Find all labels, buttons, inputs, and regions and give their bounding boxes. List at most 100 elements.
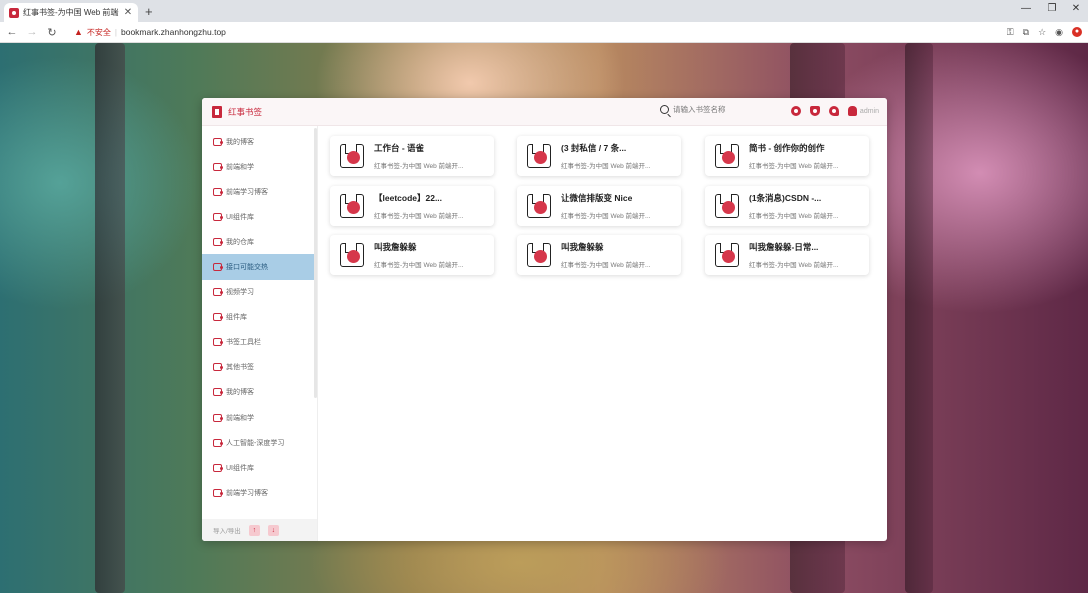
key-icon[interactable]: ⚿ bbox=[1007, 27, 1014, 38]
bookmark-card[interactable]: (3 封私信 / 7 条... 红事书签-为中国 Web 前端开... bbox=[517, 136, 681, 176]
restore-window-icon[interactable]: ❐ bbox=[1042, 3, 1062, 14]
sidebar-item[interactable]: 组件库 bbox=[202, 305, 314, 330]
close-tab-icon[interactable]: ✕ bbox=[123, 7, 133, 18]
bookmark-title: (3 封私信 / 7 条... bbox=[561, 143, 627, 153]
extension-icon[interactable]: ● bbox=[1072, 27, 1082, 37]
bookmark-subtitle: 红事书签-为中国 Web 前端开... bbox=[561, 213, 651, 220]
upload-icon[interactable]: ↑ bbox=[248, 524, 260, 536]
sidebar-item[interactable]: 我的博客 bbox=[202, 129, 314, 154]
bookmark-title: 叫我詹躲躲-日常... bbox=[749, 242, 819, 252]
folder-icon bbox=[213, 288, 223, 297]
folder-icon bbox=[213, 237, 223, 246]
minimize-window-icon[interactable]: — bbox=[1016, 3, 1036, 14]
bookmark-logo-icon bbox=[212, 105, 222, 118]
sidebar-item[interactable]: 前端学习博客 bbox=[202, 480, 314, 505]
bookmark-subtitle: 红事书签-为中国 Web 前端开... bbox=[749, 262, 839, 269]
folder-icon bbox=[213, 338, 223, 347]
bookmark-title: 工作台 - 语雀 bbox=[374, 143, 425, 153]
sidebar-item-label: 前端学习博客 bbox=[226, 489, 268, 497]
browser-tab[interactable]: 红事书签-为中国 Web 前端开发… ✕ bbox=[4, 3, 138, 22]
folder-icon bbox=[213, 363, 223, 372]
bookmark-thumbnail-icon bbox=[715, 194, 739, 218]
folder-icon bbox=[213, 137, 223, 146]
bookmark-card[interactable]: 叫我詹躲躲-日常... 红事书签-为中国 Web 前端开... bbox=[705, 235, 869, 275]
sidebar-item[interactable]: UI组件库 bbox=[202, 455, 314, 480]
search-input[interactable] bbox=[673, 105, 773, 114]
translate-icon[interactable]: ⧉ bbox=[1023, 27, 1029, 38]
forward-arrow-icon[interactable]: → bbox=[26, 26, 38, 38]
close-window-icon[interactable]: ✕ bbox=[1066, 3, 1086, 14]
reload-icon[interactable]: ↻ bbox=[46, 26, 58, 39]
bookmark-title: 简书 - 创作你的创作 bbox=[749, 143, 825, 153]
header-actions: admin bbox=[790, 106, 879, 116]
bookmark-card[interactable]: 工作台 - 语雀红事书签-为中国 Web 前端开... bbox=[330, 136, 494, 176]
import-export-label[interactable]: 导入/导出 bbox=[213, 525, 241, 535]
folder-icon bbox=[213, 162, 223, 171]
bookmark-subtitle: 红事书签-为中国 Web 前端开... bbox=[749, 163, 839, 170]
bookmark-subtitle: 红事书签-为中国 Web 前端开... bbox=[374, 163, 464, 170]
browser-actions: ⚿ ⧉ ☆ ◉ ● bbox=[1007, 27, 1082, 38]
tree-trunk bbox=[905, 43, 933, 593]
account-icon[interactable]: ◉ bbox=[1055, 27, 1063, 38]
bookmark-thumbnail-icon bbox=[527, 243, 551, 267]
sidebar-item-label: 我的仓库 bbox=[226, 238, 254, 246]
new-tab-button[interactable]: + bbox=[145, 4, 153, 19]
bookmark-card[interactable]: 叫我詹躲躲 红事书签-为中国 Web 前端开... bbox=[330, 235, 494, 275]
sidebar-item-active[interactable]: 接口可能交热 bbox=[202, 254, 314, 280]
sidebar-item-label: 前端和学 bbox=[226, 414, 254, 422]
sidebar-item[interactable]: 其他书签 bbox=[202, 355, 314, 380]
download-icon[interactable]: ↓ bbox=[267, 524, 279, 536]
tree-trunk bbox=[95, 43, 125, 593]
url-text[interactable]: bookmark.zhanhongzhu.top bbox=[121, 27, 226, 37]
bookmark-title: 叫我詹躲躲 bbox=[561, 242, 604, 252]
settings-icon[interactable] bbox=[828, 106, 839, 116]
sidebar-item[interactable]: 我的博客 bbox=[202, 380, 314, 405]
user-avatar-icon bbox=[847, 106, 857, 116]
bookmark-thumbnail-icon bbox=[527, 194, 551, 218]
sidebar-item-label: 前端和学 bbox=[226, 163, 254, 171]
bookmark-subtitle: 红事书签-为中国 Web 前端开... bbox=[374, 213, 464, 220]
address-bar[interactable]: ▲ 不安全 | bookmark.zhanhongzhu.top bbox=[74, 27, 226, 38]
bookmark-card[interactable]: 简书 - 创作你的创作红事书签-为中国 Web 前端开... bbox=[705, 136, 869, 176]
sidebar-item[interactable]: 我的仓库 bbox=[202, 229, 314, 254]
user-menu[interactable]: admin bbox=[847, 106, 879, 116]
bookmark-card[interactable]: 【leetcode】22... 红事书签-为中国 Web 前端开... bbox=[330, 186, 494, 226]
sidebar-item-label: 视频学习 bbox=[226, 289, 254, 297]
sidebar-item[interactable]: 书签工具栏 bbox=[202, 330, 314, 355]
folder-icon bbox=[213, 388, 223, 397]
bookmark-card[interactable]: (1条消息)CSDN -... 红事书签-为中国 Web 前端开... bbox=[705, 186, 869, 226]
sidebar-item[interactable]: 前端和学 bbox=[202, 154, 314, 179]
bookmark-title: (1条消息)CSDN -... bbox=[749, 193, 822, 203]
star-icon[interactable]: ☆ bbox=[1038, 27, 1046, 38]
sidebar-item-label: 我的博客 bbox=[226, 389, 254, 397]
app-header: 红事书签 admin bbox=[202, 98, 887, 126]
folder-icon bbox=[213, 438, 223, 447]
bookmark-thumbnail-icon bbox=[715, 144, 739, 168]
home-icon[interactable] bbox=[809, 106, 820, 116]
search-box[interactable] bbox=[660, 105, 773, 114]
sidebar-item-label: 人工智能-深度学习 bbox=[226, 439, 285, 447]
github-icon[interactable] bbox=[790, 106, 801, 116]
bookmark-subtitle: 红事书签-为中国 Web 前端开... bbox=[749, 213, 839, 220]
sidebar-item[interactable]: 视频学习 bbox=[202, 280, 314, 305]
sidebar-item-label: 其他书签 bbox=[226, 364, 254, 372]
sidebar-item[interactable]: 人工智能-深度学习 bbox=[202, 430, 314, 455]
sidebar-item[interactable]: 前端学习博客 bbox=[202, 179, 314, 204]
bookmark-subtitle: 红事书签-为中国 Web 前端开... bbox=[374, 262, 464, 269]
tab-title: 红事书签-为中国 Web 前端开发… bbox=[23, 8, 119, 17]
folder-icon bbox=[213, 263, 223, 272]
sidebar-item[interactable]: UI组件库 bbox=[202, 204, 314, 229]
bookmark-favicon-icon bbox=[9, 7, 19, 18]
back-arrow-icon[interactable]: ← bbox=[6, 26, 18, 38]
security-label: 不安全 bbox=[86, 27, 111, 37]
bookmark-card[interactable]: 让微信排版变 Nice 红事书签-为中国 Web 前端开... bbox=[517, 186, 681, 226]
bookmark-title: 【leetcode】22... bbox=[374, 193, 443, 203]
address-separator: | bbox=[114, 27, 117, 37]
bookmark-thumbnail-icon bbox=[527, 144, 551, 168]
search-icon[interactable] bbox=[660, 105, 669, 114]
sidebar-item-label: 我的博客 bbox=[226, 138, 254, 146]
sidebar-scrollbar[interactable] bbox=[314, 128, 317, 398]
sidebar-item[interactable]: 前端和学 bbox=[202, 405, 314, 430]
folder-icon bbox=[213, 212, 223, 221]
bookmark-card[interactable]: 叫我詹躲躲 红事书签-为中国 Web 前端开... bbox=[517, 235, 681, 275]
